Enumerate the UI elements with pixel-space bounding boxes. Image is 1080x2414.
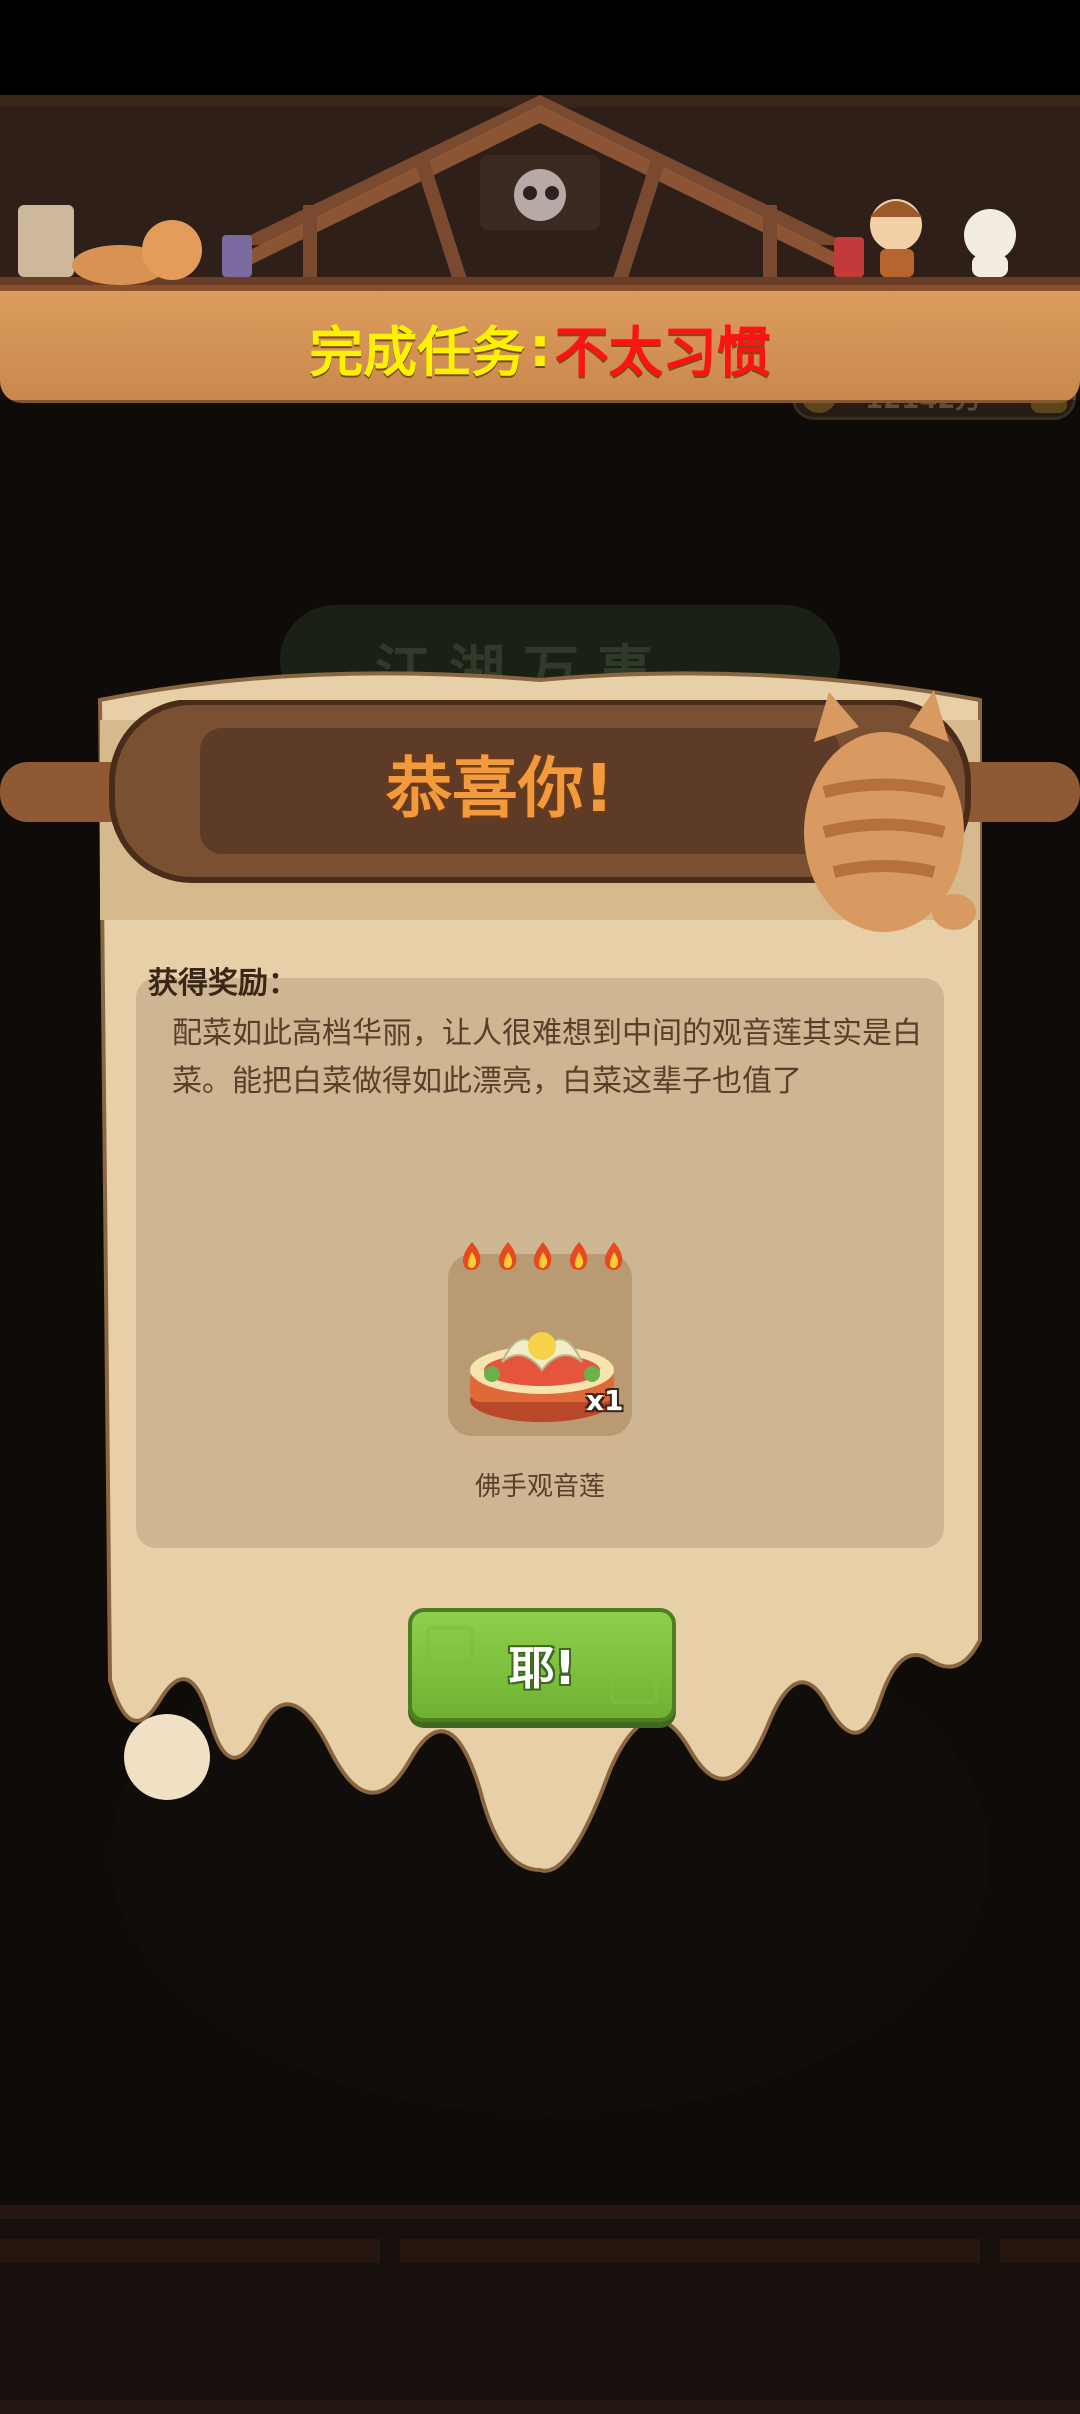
button-pattern [610, 1666, 658, 1704]
item-quantity: x1 [586, 1384, 624, 1417]
task-complete-banner: 完成任务 : 不太习惯 [0, 285, 1080, 403]
status-bar [0, 0, 1080, 95]
dough-ball [124, 1714, 210, 1800]
reward-label: 获得奖励： [148, 966, 298, 1001]
dialog-title: 恭喜你! [385, 750, 615, 827]
flame-icon [498, 1242, 516, 1270]
task-complete-label: 完成任务 [309, 320, 526, 384]
reward-description: 配菜如此高档华丽，让人很难想到中间的观音莲其实是白菜。能把白菜做得如此漂亮，白菜… [172, 1016, 922, 1099]
confirm-button[interactable]: 耶! [408, 1608, 676, 1722]
flame-icon [462, 1242, 481, 1270]
flame-rating [458, 1240, 628, 1274]
flame-icon [533, 1242, 552, 1270]
task-separator: : [529, 315, 551, 379]
button-pattern [426, 1626, 474, 1664]
item-name: 佛手观音莲 [474, 1472, 605, 1502]
cat-mascot [804, 690, 976, 932]
task-name: 不太习惯 [554, 320, 771, 384]
flame-icon [569, 1242, 587, 1270]
flame-icon [604, 1242, 623, 1270]
confirm-button-label: 耶! [508, 1641, 576, 1695]
roof-shelf [0, 95, 1080, 295]
